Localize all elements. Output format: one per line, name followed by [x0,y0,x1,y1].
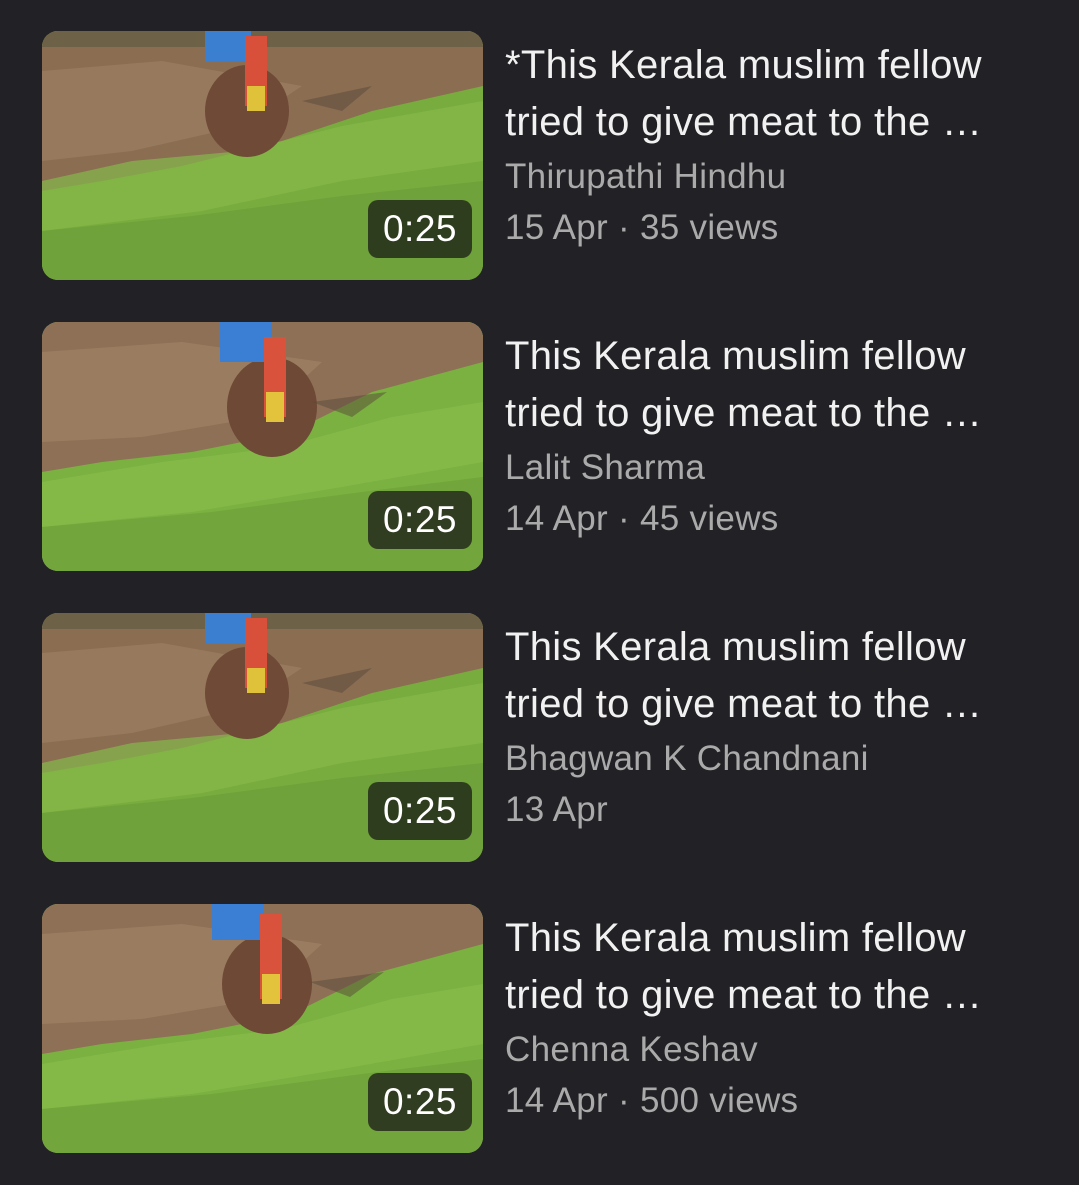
video-thumbnail[interactable]: 0:25 [42,613,483,862]
duration-badge: 0:25 [368,782,472,840]
channel-name[interactable]: Lalit Sharma [505,442,1065,493]
video-title-line-1[interactable]: This Kerala muslim fellow [505,328,1065,385]
video-stats: 14 Apr · 45 views [505,499,779,538]
video-title-line-2[interactable]: tried to give meat to the … [505,676,1065,733]
duration-badge: 0:25 [368,200,472,258]
duration-badge: 0:25 [368,1073,472,1131]
video-item[interactable]: 0:25 *This Kerala muslim fellow tried to… [0,31,1079,291]
channel-name[interactable]: Thirupathi Hindhu [505,151,1065,202]
video-meta: This Kerala muslim fellow tried to give … [505,910,1065,1126]
video-thumbnail[interactable]: 0:25 [42,31,483,280]
video-title-line-2[interactable]: tried to give meat to the … [505,385,1065,442]
video-stats: 15 Apr · 35 views [505,208,779,247]
video-title-line-1[interactable]: *This Kerala muslim fellow [505,37,1065,94]
video-thumbnail[interactable]: 0:25 [42,322,483,571]
video-item[interactable]: 0:25 This Kerala muslim fellow tried to … [0,322,1079,582]
video-item[interactable]: 0:25 This Kerala muslim fellow tried to … [0,904,1079,1164]
video-item[interactable]: 0:25 This Kerala muslim fellow tried to … [0,613,1079,873]
video-meta: This Kerala muslim fellow tried to give … [505,328,1065,544]
video-title-line-2[interactable]: tried to give meat to the … [505,967,1065,1024]
channel-name[interactable]: Bhagwan K Chandnani [505,733,1065,784]
video-results-list: 0:25 *This Kerala muslim fellow tried to… [0,0,1079,1185]
video-thumbnail[interactable]: 0:25 [42,904,483,1153]
channel-name[interactable]: Chenna Keshav [505,1024,1065,1075]
video-meta: This Kerala muslim fellow tried to give … [505,619,1065,835]
video-title-line-1[interactable]: This Kerala muslim fellow [505,910,1065,967]
duration-badge: 0:25 [368,491,472,549]
video-stats: 13 Apr [505,790,608,829]
video-stats: 14 Apr · 500 views [505,1081,799,1120]
video-title-line-1[interactable]: This Kerala muslim fellow [505,619,1065,676]
video-title-line-2[interactable]: tried to give meat to the … [505,94,1065,151]
video-meta: *This Kerala muslim fellow tried to give… [505,37,1065,253]
